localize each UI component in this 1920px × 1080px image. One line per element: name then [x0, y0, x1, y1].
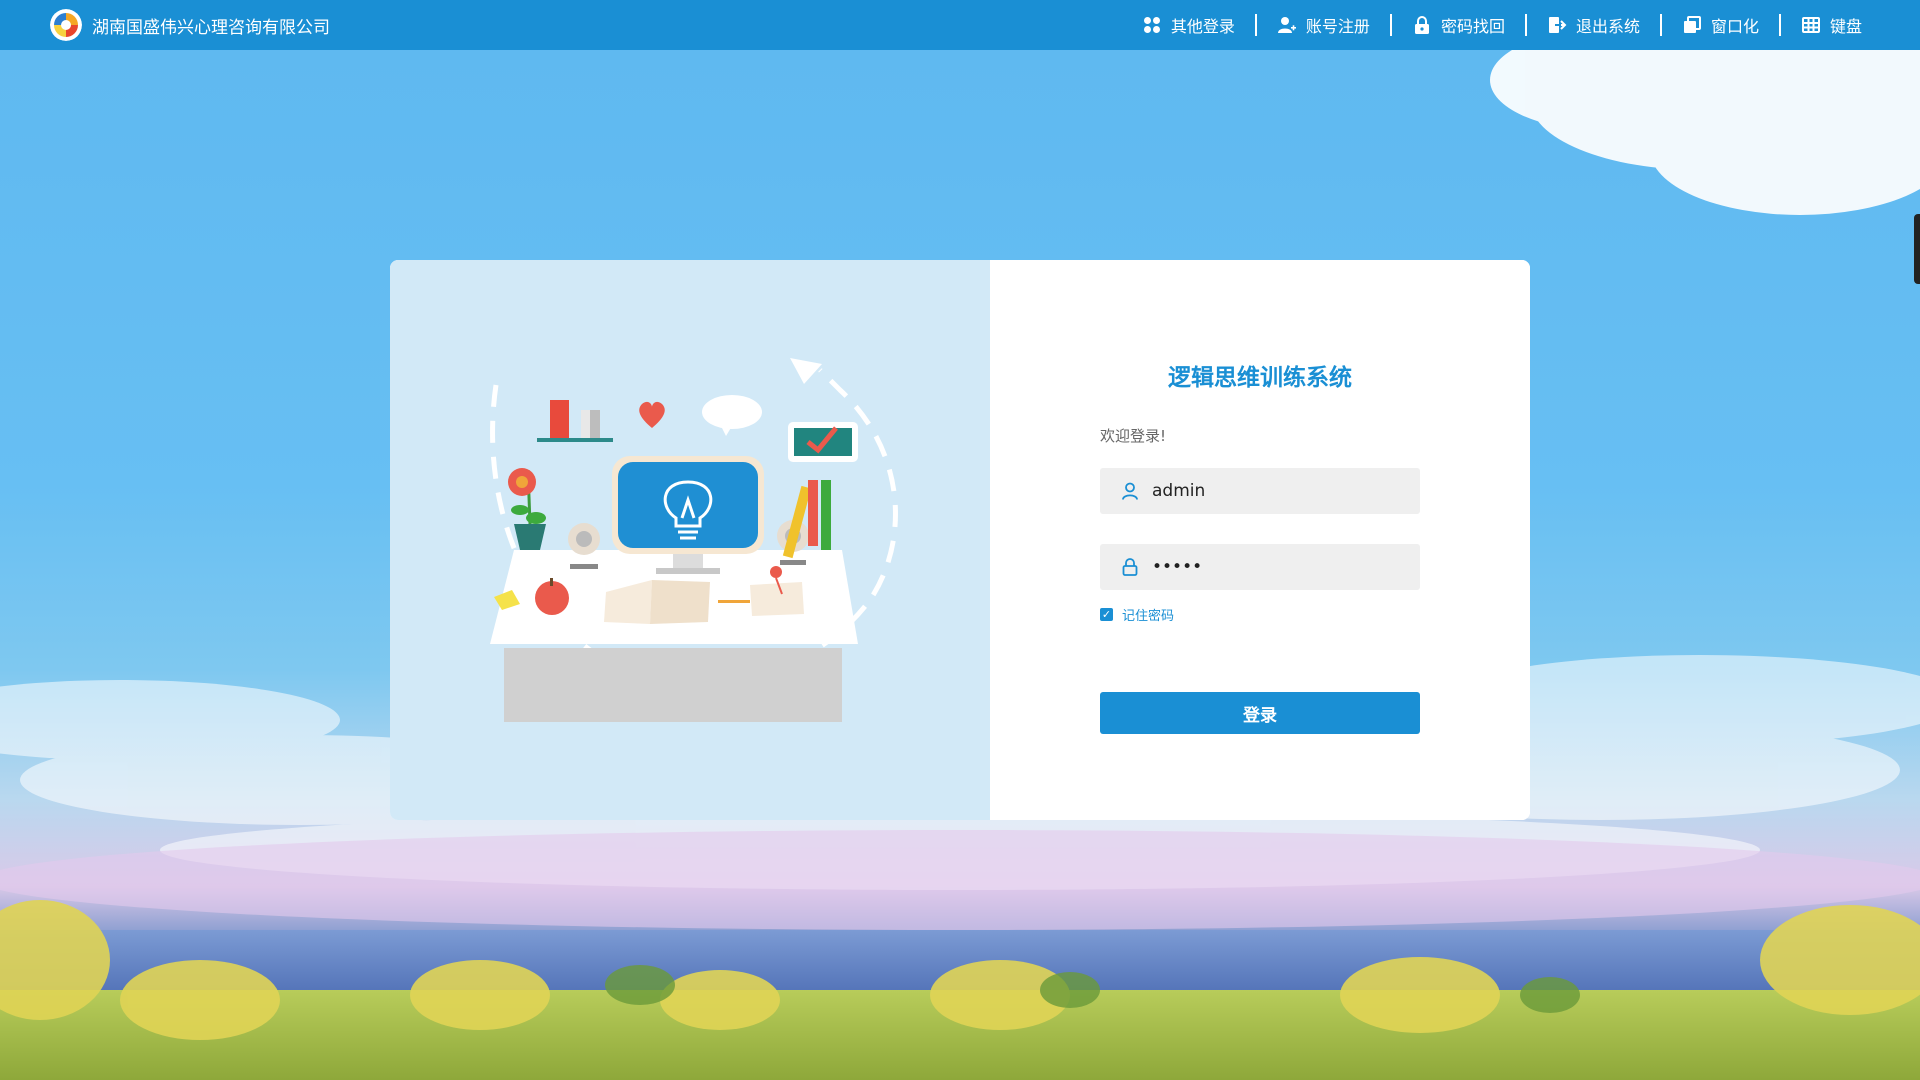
book-red	[550, 400, 569, 438]
apple	[535, 581, 569, 615]
shelf	[537, 438, 613, 442]
standing-book-green	[821, 480, 831, 550]
apps-grid-icon	[1143, 17, 1160, 33]
remember-password[interactable]: ✓ 记住密码	[1100, 605, 1174, 624]
lock-icon	[1122, 558, 1138, 576]
nav-register[interactable]: 账号注册	[1254, 14, 1390, 36]
standing-book-red	[808, 480, 818, 546]
desk-base	[504, 648, 842, 722]
pinned-note	[750, 582, 804, 616]
pencil	[718, 600, 750, 603]
nav-other-login-label: 其他登录	[1170, 17, 1235, 36]
desk-illustration	[490, 358, 898, 722]
nav-exit-system[interactable]: 退出系统	[1524, 14, 1660, 36]
speech-bubble	[702, 395, 762, 429]
nav-windowed-label: 窗口化	[1710, 17, 1759, 36]
username-field	[1100, 468, 1420, 514]
nav-other-login[interactable]: 其他登录	[1122, 14, 1255, 36]
login-form-panel: 逻辑思维训练系统 欢迎登录! ✓ 记住密码 登录	[990, 260, 1530, 820]
user-add-icon	[1277, 17, 1296, 33]
exit-icon	[1548, 17, 1567, 33]
company-name: 湖南国盛伟兴心理咨询有限公司	[92, 17, 330, 38]
nav-exit-system-label: 退出系统	[1575, 17, 1640, 36]
top-nav: 其他登录 账号注册 密码找回 退出系统 窗口化 键盘	[1122, 14, 1882, 36]
nav-keyboard-label: 键盘	[1829, 17, 1862, 36]
password-field	[1100, 544, 1420, 590]
book-white	[581, 410, 590, 438]
pink-cloud-band	[0, 830, 1920, 930]
username-input[interactable]	[1150, 480, 1404, 502]
book-gray	[590, 410, 600, 438]
remember-checkbox[interactable]: ✓	[1100, 608, 1113, 621]
login-button[interactable]: 登录	[1100, 692, 1420, 734]
user-icon	[1122, 482, 1138, 500]
nav-keyboard[interactable]: 键盘	[1778, 14, 1882, 36]
heart-shape	[639, 401, 665, 428]
arrow-head	[790, 358, 822, 384]
nav-password-recovery-label: 密码找回	[1440, 17, 1505, 36]
password-input[interactable]	[1150, 556, 1404, 578]
system-title: 逻辑思维训练系统	[1168, 365, 1352, 391]
welcome-text: 欢迎登录!	[1100, 427, 1167, 445]
side-edge-tab[interactable]	[1914, 214, 1920, 284]
brand: 湖南国盛伟兴心理咨询有限公司	[50, 9, 330, 41]
cloud-top-right	[1490, 30, 1920, 215]
monitor-screen	[618, 462, 758, 548]
login-card: 逻辑思维训练系统 欢迎登录! ✓ 记住密码 登录	[390, 260, 1530, 820]
plant-pot	[514, 524, 546, 550]
keyboard-icon	[1801, 17, 1820, 33]
nav-password-recovery[interactable]: 密码找回	[1389, 14, 1525, 36]
lock-icon	[1414, 16, 1429, 34]
top-bar: 湖南国盛伟兴心理咨询有限公司 其他登录 账号注册 密码找回 退出系统 窗口化 键…	[0, 0, 1920, 50]
nav-windowed[interactable]: 窗口化	[1659, 14, 1779, 36]
nav-register-label: 账号注册	[1305, 17, 1370, 36]
window-icon	[1683, 16, 1701, 33]
illustration-panel	[390, 260, 990, 820]
remember-label: 记住密码	[1122, 609, 1175, 624]
open-book-right	[650, 580, 710, 624]
company-logo-icon	[50, 9, 82, 41]
